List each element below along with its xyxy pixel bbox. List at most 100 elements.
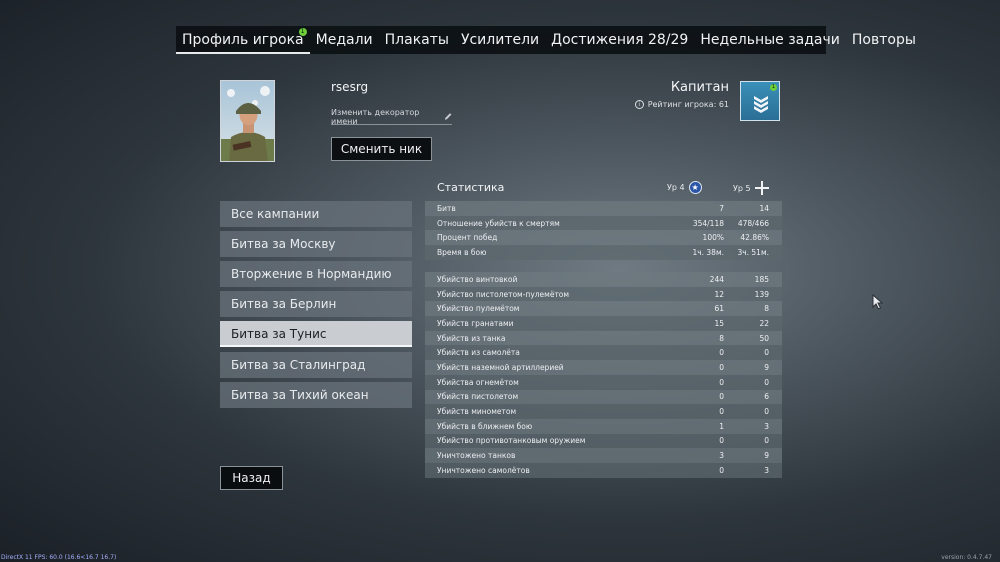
stat-label: Убийств пистолетом [437, 392, 519, 402]
stat-value-level5: 478/466 [737, 218, 769, 228]
stat-value-level4: 7 [719, 203, 724, 213]
table-row: Процент побед 100% 42.86% [425, 230, 782, 246]
stat-label: Убийств из танка [437, 333, 506, 343]
stat-label: Уничтожено танков [437, 451, 516, 461]
table-row: Время в бою 1ч. 38м. 3ч. 51м. [425, 245, 782, 260]
mouse-cursor-icon [872, 294, 884, 310]
rank-badge[interactable]: 1 [740, 81, 780, 121]
stat-label: Убийства огнемётом [437, 377, 519, 387]
player-avatar[interactable] [220, 80, 275, 162]
campaign-pacific[interactable]: Битва за Тихий океан [220, 382, 412, 408]
stat-label: Отношение убийств к смертям [437, 218, 560, 228]
summary-stats-table: Битв 7 14 Отношение убийств к смертям 354/1… [425, 201, 782, 260]
stat-value-level5: 0 [764, 436, 769, 446]
table-row: Убийств наземной артиллерией 0 9 [425, 360, 782, 375]
stat-value-level5: 0 [764, 407, 769, 417]
tab-label: Усилители [460, 32, 540, 48]
stat-value-level5: 9 [764, 362, 769, 372]
table-row: Убийство винтовкой 244 185 [425, 272, 782, 287]
stat-label: Процент побед [437, 233, 498, 243]
table-row: Убийств из самолёта 0 0 [425, 345, 782, 361]
table-row: Убийства огнемётом 0 0 [425, 374, 782, 390]
stat-value-level4: 3 [719, 451, 724, 461]
table-row: Уничтожено танков 3 9 [425, 448, 782, 463]
stat-value-level4: 8 [719, 333, 724, 343]
change-nick-button[interactable]: Сменить ник [331, 137, 432, 161]
level-label: Ур 5 [733, 183, 751, 193]
tab-label: Достижения 28/29 [551, 32, 689, 48]
tab-achievements[interactable]: Достижения 28/29 [545, 26, 694, 54]
campaign-stalingrad[interactable]: Битва за Сталинград [220, 352, 412, 378]
stat-value-level4: 0 [719, 436, 724, 446]
table-row: Убийств гранатами 15 22 [425, 316, 782, 331]
stat-value-level5: 14 [759, 203, 769, 213]
pencil-icon [444, 113, 452, 120]
stat-value-level4: 0 [719, 407, 724, 417]
stat-value-level5: 139 [754, 289, 769, 299]
level-4-header: Ур 4 ★ [667, 181, 702, 194]
table-row: Убийство пистолетом-пулемётом 12 139 [425, 286, 782, 302]
stat-value-level5: 0 [764, 348, 769, 358]
tab-replays[interactable]: Повторы [846, 26, 922, 54]
campaign-normandy[interactable]: Вторжение в Нормандию [220, 261, 412, 287]
campaign-tunisia[interactable]: Битва за Тунис [220, 321, 412, 347]
tab-player-profile[interactable]: Профиль игрока 1 [176, 26, 310, 54]
tab-posters[interactable]: Плакаты [379, 26, 455, 54]
stat-value-level5: 9 [764, 451, 769, 461]
table-row: Убийств пистолетом 0 6 [425, 389, 782, 405]
campaign-moscow[interactable]: Битва за Москву [220, 231, 412, 257]
tab-weekly-tasks[interactable]: Недельные задачи [694, 26, 846, 54]
stat-value-level4: 1ч. 38м. [692, 247, 724, 257]
stat-value-level4: 61 [714, 304, 724, 314]
stat-label: Убийств из самолёта [437, 348, 520, 358]
stat-label: Убийств наземной артиллерией [437, 362, 564, 372]
stat-value-level4: 1 [719, 421, 724, 431]
campaign-all[interactable]: Все кампании [220, 201, 412, 227]
tab-label: Плакаты [384, 32, 449, 48]
table-row: Отношение убийств к смертям 354/118 478/46… [425, 215, 782, 231]
level-label: Ур 4 [667, 183, 685, 192]
stat-value-level5: 3ч. 51м. [737, 247, 769, 257]
stats-title: Статистика [437, 181, 505, 194]
stat-label: Убийство противотанковым оружием [437, 436, 586, 446]
stat-value-level5: 6 [764, 392, 769, 402]
info-icon[interactable]: i [634, 100, 644, 109]
german-cross-icon [754, 181, 769, 195]
player-rating: i Рейтинг игрока: 61 [634, 100, 729, 109]
stat-value-level4: 354/118 [692, 218, 724, 228]
stat-value-level4: 0 [719, 377, 724, 387]
stat-value-level4: 0 [719, 348, 724, 358]
stat-label: Уничтожено самолётов [437, 465, 530, 475]
tab-medals[interactable]: Медали [310, 26, 379, 54]
stat-label: Убийство пулемётом [437, 304, 520, 314]
stat-value-level5: 185 [754, 274, 769, 284]
top-tab-bar: Профиль игрока 1 Медали Плакаты Усилител… [176, 26, 916, 54]
tab-label: Повторы [851, 32, 916, 48]
notification-badge: 1 [770, 84, 777, 91]
stat-label: Убийств минометом [437, 407, 517, 417]
tab-boosters[interactable]: Усилители [455, 26, 545, 54]
table-row: Уничтожено самолётов 0 3 [425, 462, 782, 478]
campaign-berlin[interactable]: Битва за Берлин [220, 291, 412, 317]
stat-label: Убийств гранатами [437, 318, 514, 328]
table-row: Битв 7 14 [425, 201, 782, 216]
stat-value-level5: 8 [764, 304, 769, 314]
table-row: Убийств минометом 0 0 [425, 404, 782, 419]
table-row: Убийств из танка 8 50 [425, 330, 782, 346]
back-button[interactable]: Назад [220, 466, 283, 490]
table-row: Убийство пулемётом 61 8 [425, 301, 782, 317]
tab-label: Профиль игрока [182, 32, 304, 48]
stat-value-level5: 3 [764, 421, 769, 431]
change-name-decorator-link[interactable]: Изменить декоратор имени [331, 108, 452, 126]
stat-value-level5: 22 [759, 318, 769, 328]
fps-counter: DirectX 11 FPS: 60.0 (16.6<16.7 16.7) [1, 554, 117, 561]
table-row: Убийств в ближнем бою 1 3 [425, 418, 782, 434]
kill-stats-table: Убийство винтовкой 244 185 Убийство пистол… [425, 272, 782, 478]
stat-label: Убийство пистолетом-пулемётом [437, 289, 570, 299]
stat-label: Убийств в ближнем бою [437, 421, 533, 431]
soldier-portrait-image [221, 81, 274, 161]
stat-value-level5: 42.86% [740, 233, 769, 243]
stat-value-level5: 3 [764, 465, 769, 475]
tab-label: Недельные задачи [700, 32, 840, 48]
player-nickname: rsesrg [331, 80, 369, 94]
